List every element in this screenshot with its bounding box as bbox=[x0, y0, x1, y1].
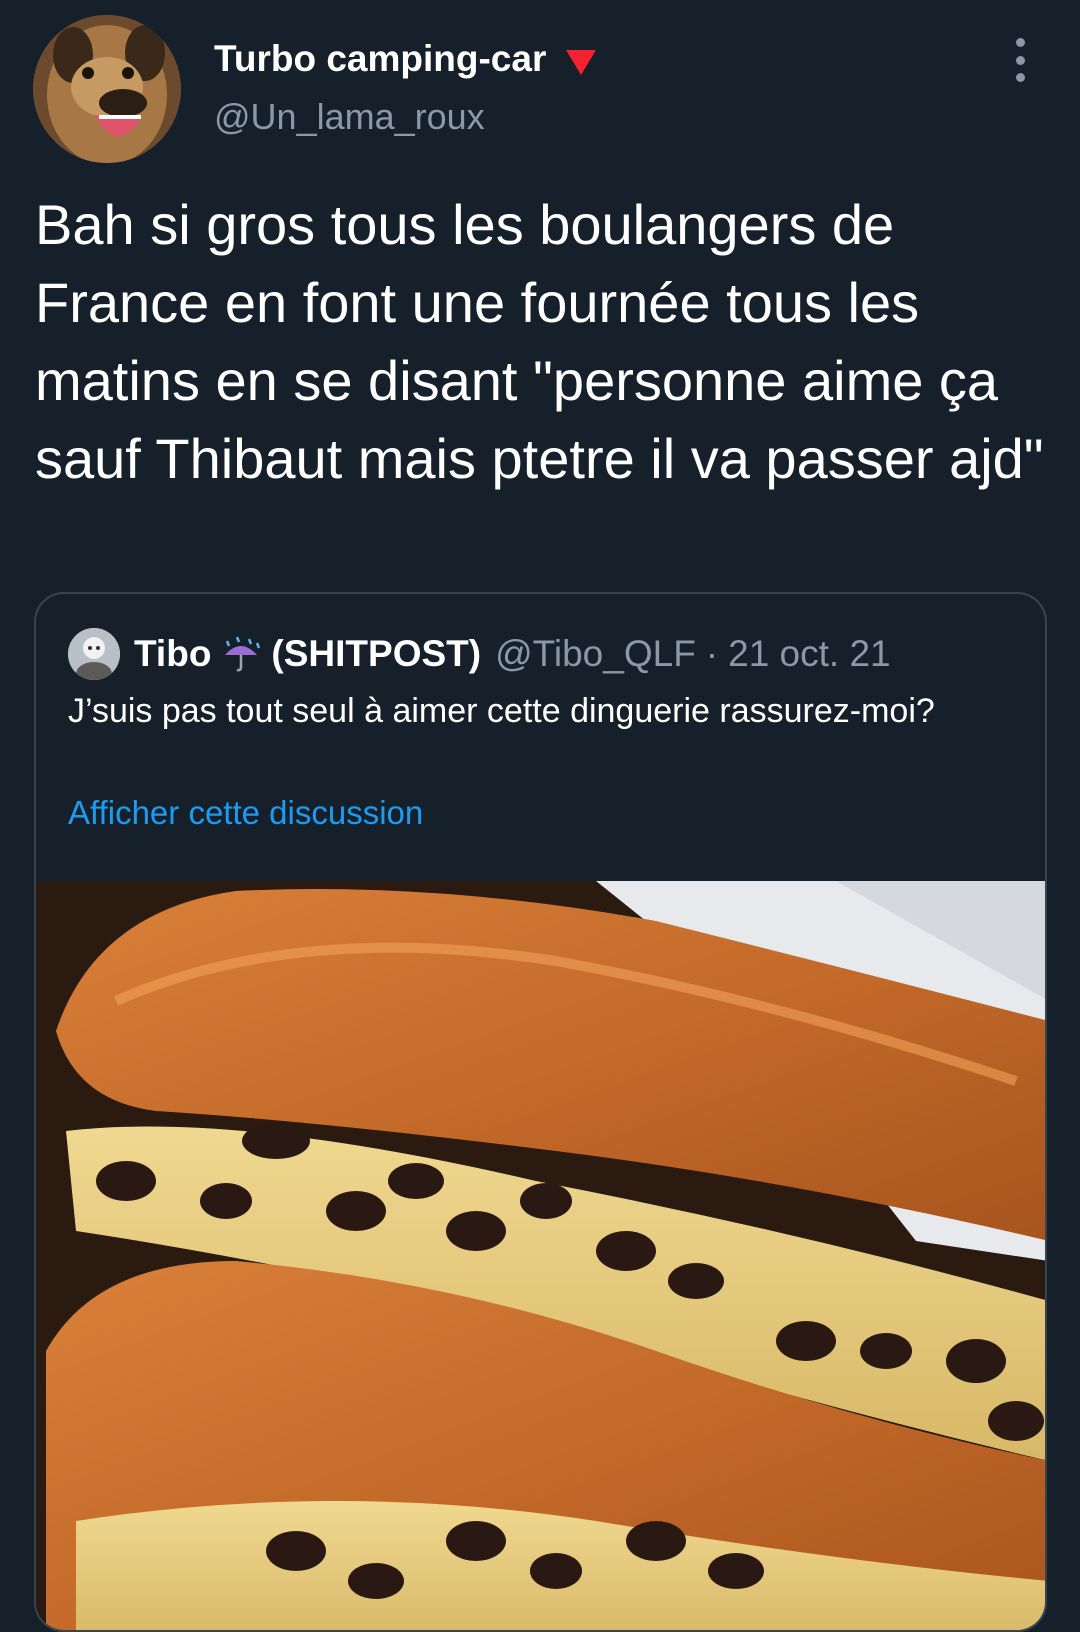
quoted-author-handle[interactable]: @Tibo_QLF bbox=[495, 633, 696, 675]
quoted-tweet-date[interactable]: 21 oct. 21 bbox=[728, 633, 891, 675]
separator-dot: · bbox=[705, 633, 719, 674]
red-triangle-icon bbox=[564, 44, 598, 75]
quoted-author-avatar[interactable] bbox=[68, 628, 120, 680]
author-display-name[interactable]: Turbo camping-car bbox=[214, 38, 598, 80]
quoted-tweet-card[interactable]: Tibo (SHITPOST) @Tibo_QLF · 21 oct. 21 J… bbox=[34, 592, 1047, 1632]
quoted-author-name[interactable]: Tibo bbox=[134, 633, 211, 675]
tweet-text: Bah si gros tous les boulangers de Franc… bbox=[35, 193, 1044, 490]
author-avatar[interactable] bbox=[33, 15, 181, 163]
show-thread-link[interactable]: Afficher cette discussion bbox=[68, 794, 423, 832]
author-name-text: Turbo camping-car bbox=[214, 38, 547, 79]
quoted-tweet-text: J’suis pas tout seul à aimer cette dingu… bbox=[68, 692, 935, 730]
more-dots-icon[interactable] bbox=[1010, 38, 1030, 82]
quoted-author-tag[interactable]: (SHITPOST) bbox=[271, 633, 481, 675]
quoted-tweet-header: Tibo (SHITPOST) @Tibo_QLF · 21 oct. 21 bbox=[68, 628, 891, 680]
author-handle[interactable]: @Un_lama_roux bbox=[214, 96, 485, 138]
quoted-tweet-image[interactable] bbox=[36, 881, 1045, 1630]
umbrella-rain-emoji bbox=[219, 635, 263, 673]
pastry-photo bbox=[36, 881, 1045, 1630]
